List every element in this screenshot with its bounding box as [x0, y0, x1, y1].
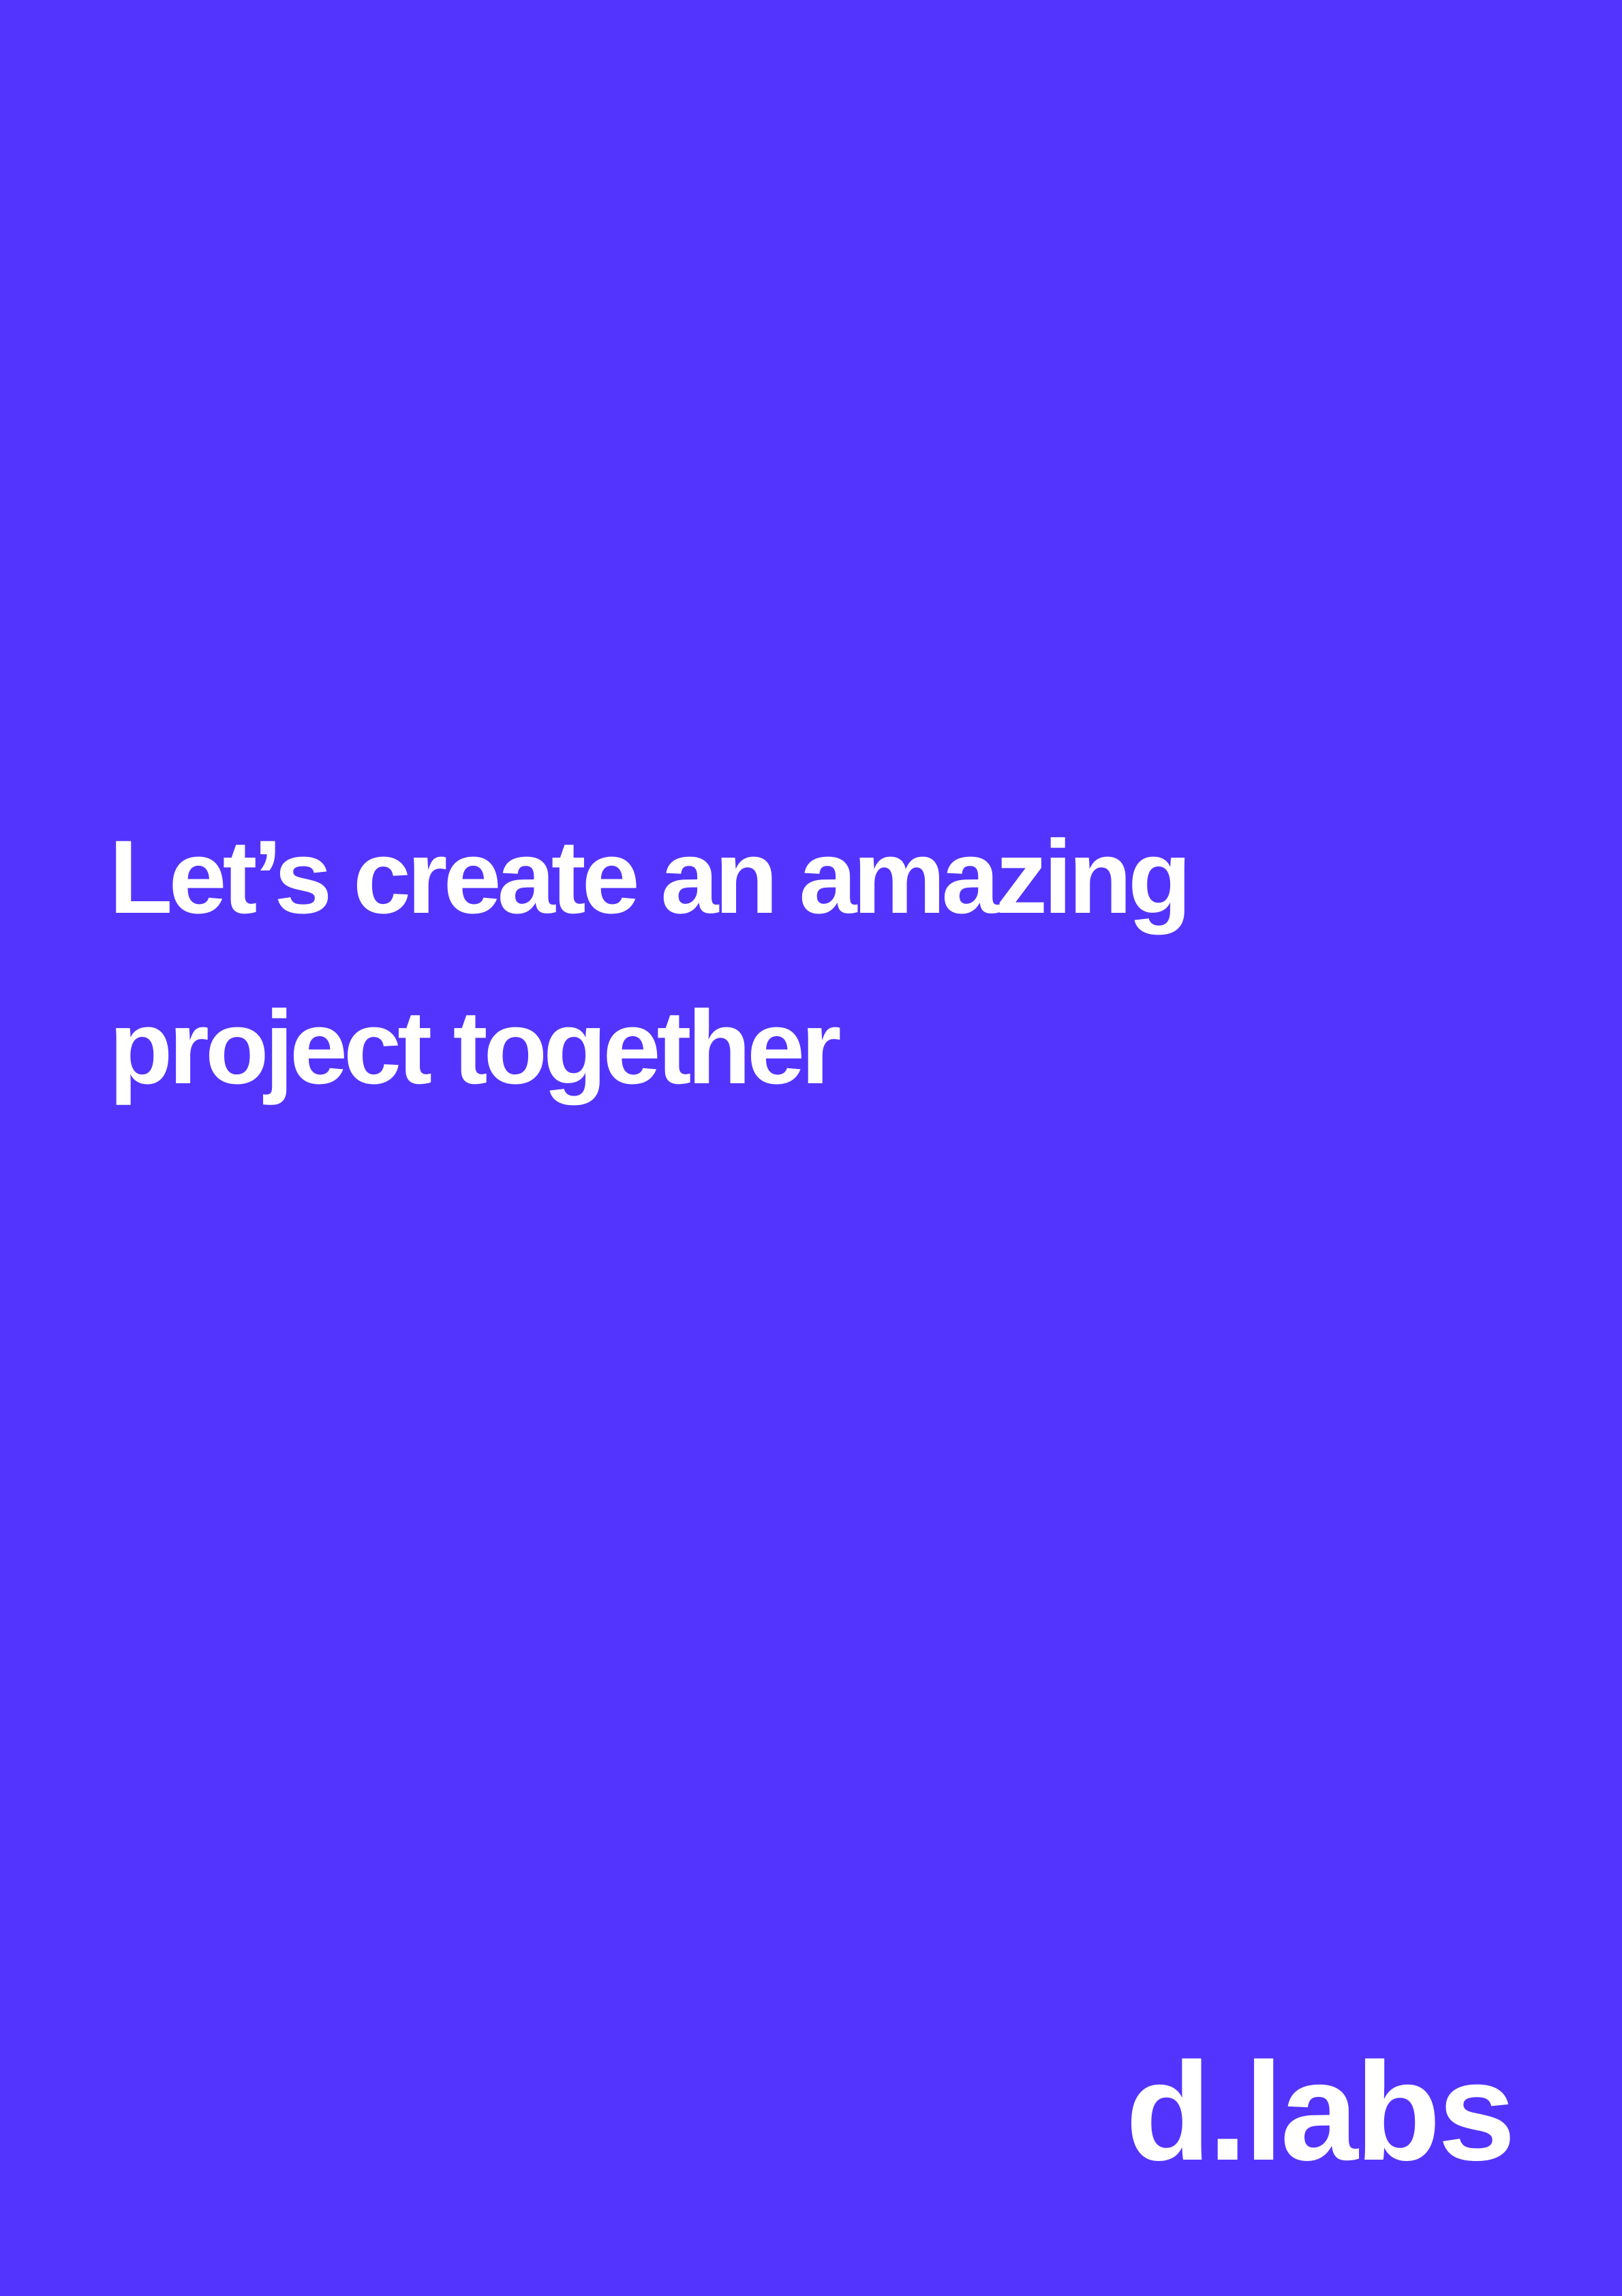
headline-line-1: Let’s create an amazing: [109, 819, 1192, 935]
headline: Let’s create an amazing project together: [109, 792, 1404, 1133]
brand-logo: d.labs: [1125, 2034, 1516, 2190]
headline-line-2: project together: [109, 989, 842, 1106]
poster-page: Let’s create an amazing project together…: [0, 0, 1622, 2296]
